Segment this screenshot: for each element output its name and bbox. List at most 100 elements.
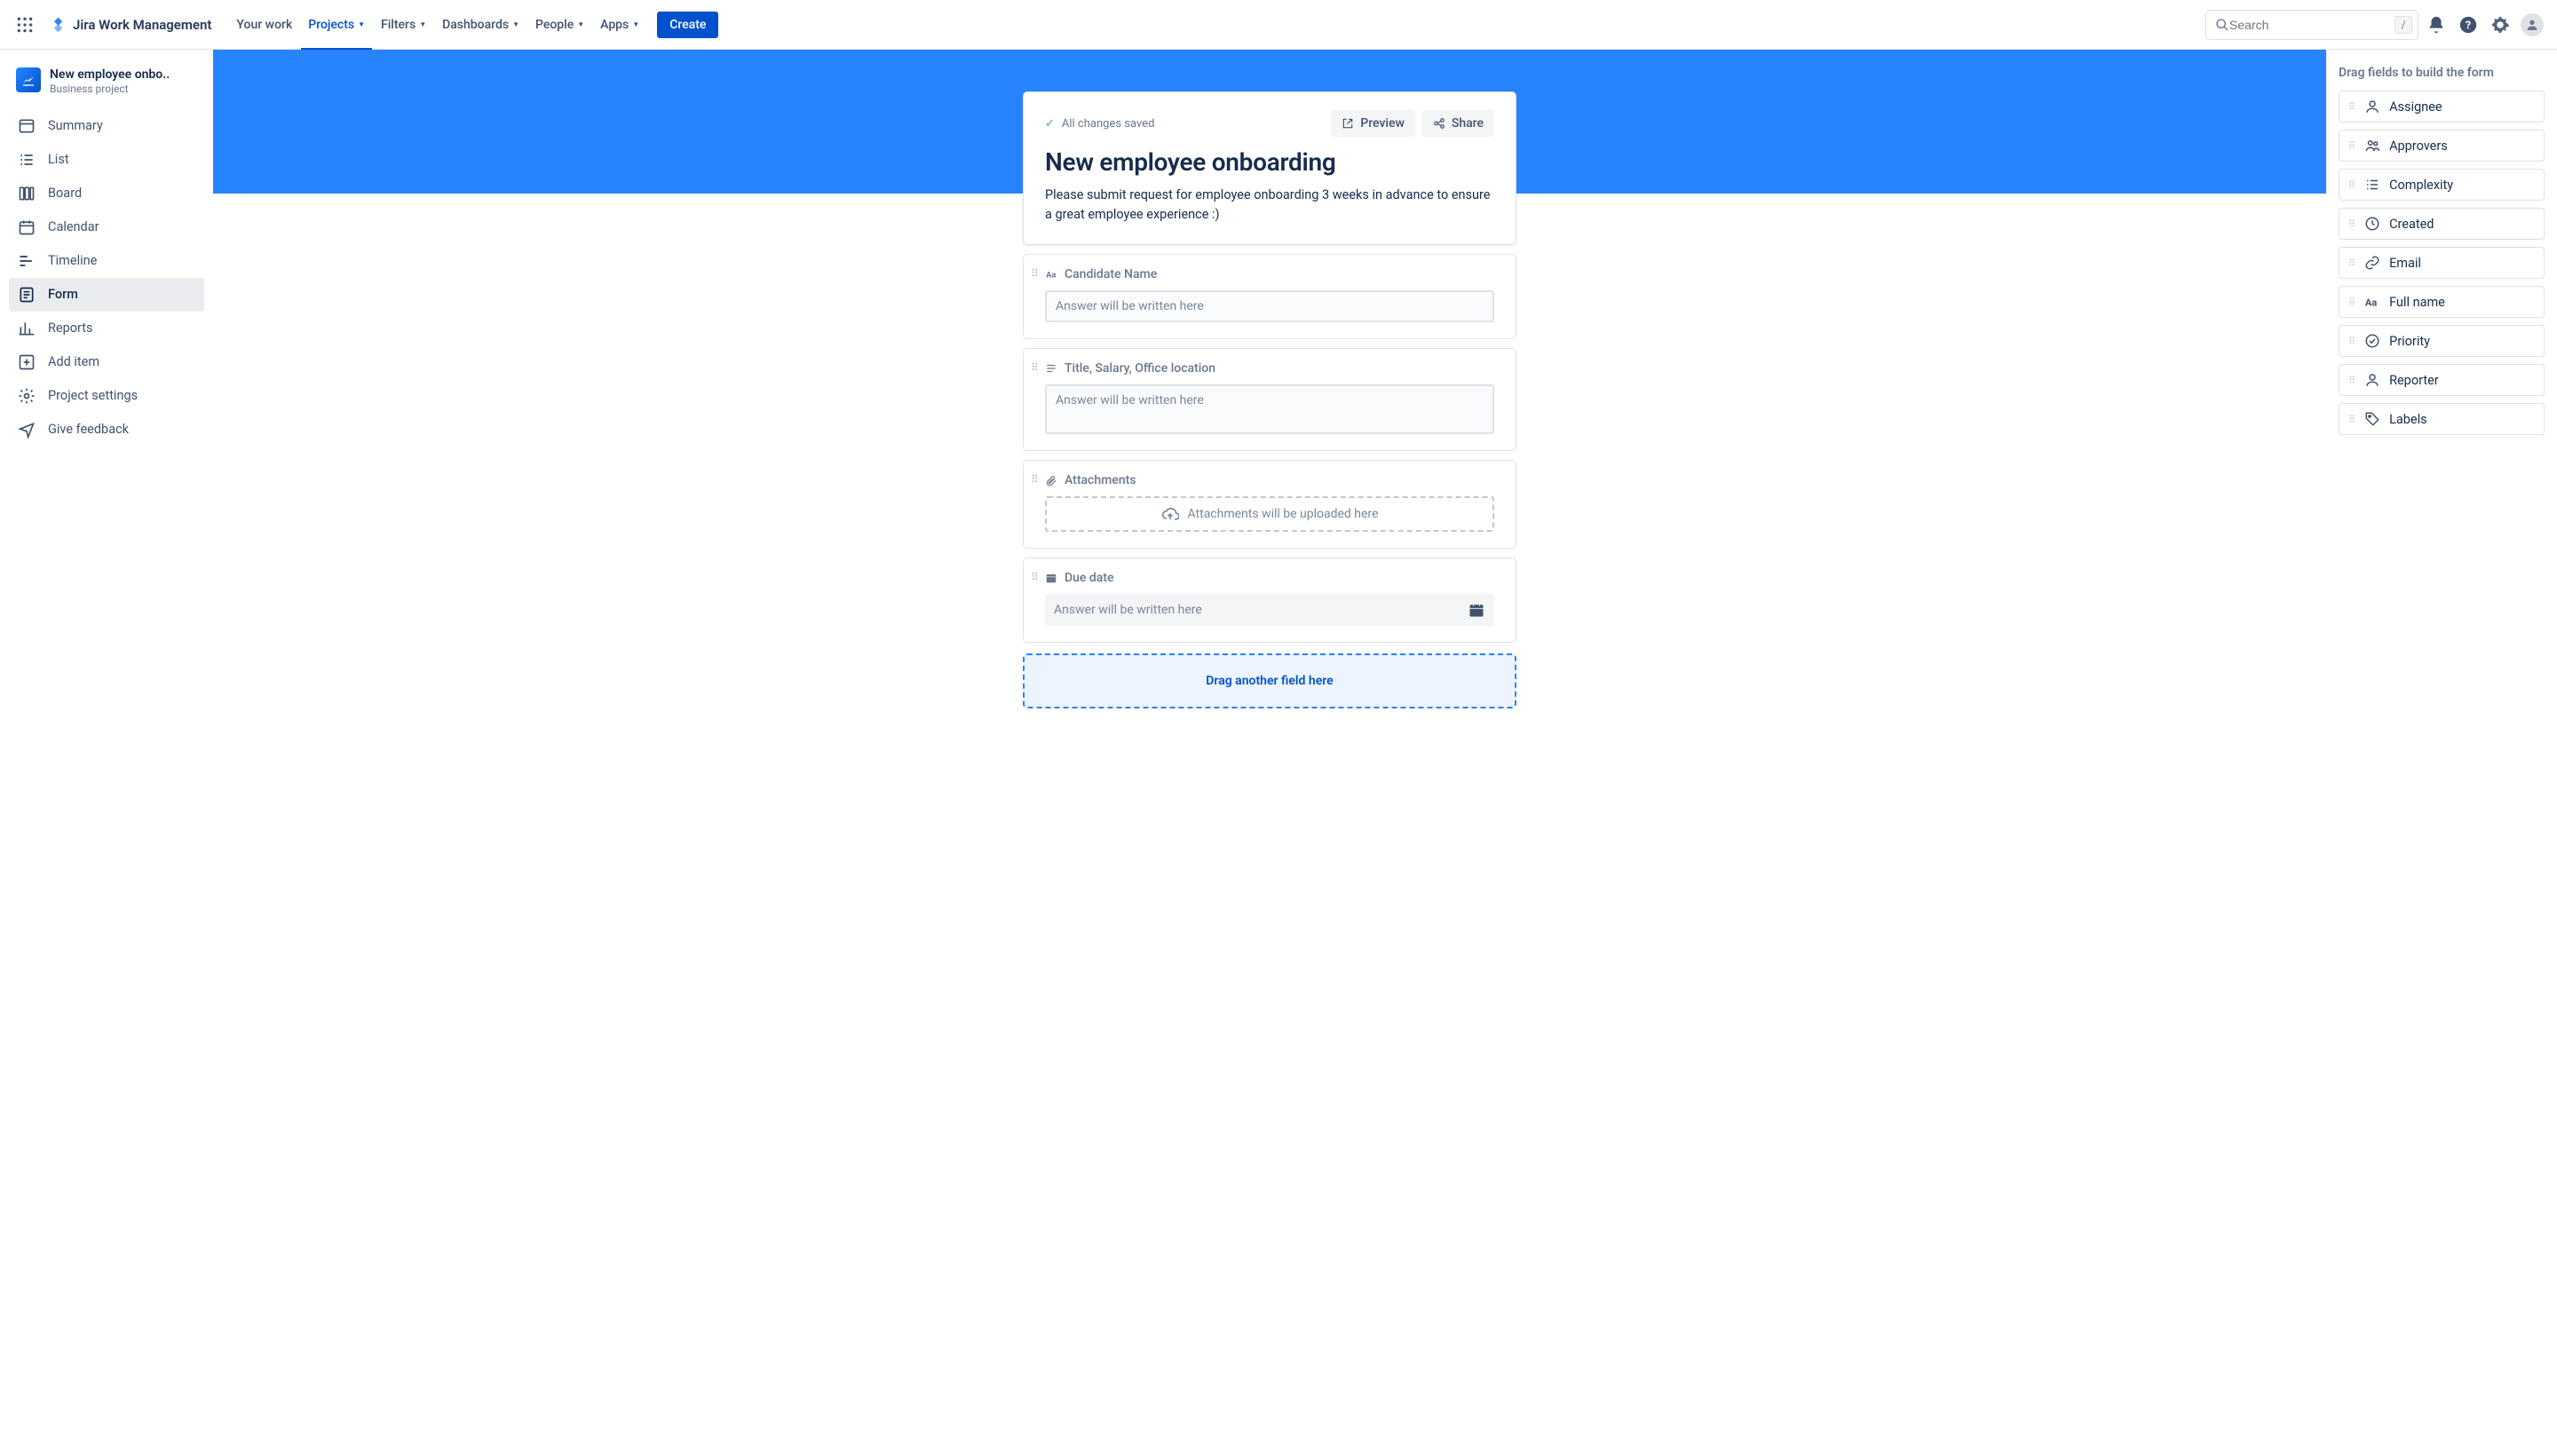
person-icon: [2364, 99, 2380, 115]
sidebar-item-list[interactable]: List: [9, 143, 204, 177]
person-icon: [2364, 372, 2380, 388]
project-header[interactable]: New employee onbo.. Business project: [9, 64, 204, 109]
check-icon: ✓: [1045, 117, 1055, 131]
form-header-card: ✓ All changes saved Preview Share: [1023, 91, 1516, 245]
summary-icon: [18, 117, 36, 135]
sidebar-item-calendar[interactable]: Calendar: [9, 210, 204, 244]
list-icon: [2364, 177, 2380, 193]
textarea-placeholder: Answer will be written here: [1045, 384, 1494, 434]
palette-field-complexity[interactable]: ⠿Complexity: [2339, 169, 2545, 201]
nav-item-dashboards[interactable]: Dashboards▼: [435, 12, 526, 37]
feedback-icon: [18, 421, 36, 439]
palette-field-approvers[interactable]: ⠿Approvers: [2339, 130, 2545, 162]
chevron-down-icon: ▼: [632, 20, 639, 28]
drag-handle-icon[interactable]: ⠿: [1031, 362, 1039, 373]
nav-item-people[interactable]: People▼: [528, 12, 591, 37]
reports-icon: [18, 320, 36, 337]
svg-text:Aa: Aa: [2365, 297, 2378, 309]
add-icon: [18, 353, 36, 371]
attachment-drop-zone[interactable]: Attachments will be uploaded here: [1045, 496, 1494, 532]
create-button[interactable]: Create: [657, 12, 718, 38]
sidebar-item-summary[interactable]: Summary: [9, 109, 204, 143]
notifications-icon[interactable]: [2422, 11, 2450, 39]
field-label: Title, Salary, Office location: [1065, 361, 1215, 376]
settings-icon[interactable]: [2486, 11, 2514, 39]
drag-handle-icon: ⠿: [2348, 376, 2355, 385]
share-icon: [1433, 117, 1445, 130]
share-button[interactable]: Share: [1422, 110, 1494, 137]
palette-field-labels[interactable]: ⠿Labels: [2339, 403, 2545, 435]
tag-icon: [2364, 411, 2380, 427]
project-sidebar: New employee onbo.. Business project Sum…: [0, 50, 213, 1456]
form-field-attachments[interactable]: ⠿ Attachments Attachments will be uploaded…: [1023, 460, 1516, 549]
form-description[interactable]: Please submit request for employee onboa…: [1045, 186, 1494, 225]
palette-title: Drag fields to build the form: [2339, 66, 2545, 80]
search-box[interactable]: /: [2205, 10, 2418, 40]
sidebar-item-project-settings[interactable]: Project settings: [9, 379, 204, 413]
priority-icon: [2364, 333, 2380, 349]
people-icon: [2364, 138, 2380, 154]
chevron-down-icon: ▼: [358, 20, 365, 28]
sidebar-item-give-feedback[interactable]: Give feedback: [9, 413, 204, 447]
app-switcher-icon[interactable]: [11, 11, 39, 39]
svg-text:?: ?: [2466, 19, 2471, 32]
nav-item-your-work[interactable]: Your work: [229, 12, 299, 37]
external-link-icon: [1342, 117, 1354, 130]
form-field-candidate-name[interactable]: ⠿ Aa Candidate Name Answer will be written …: [1023, 254, 1516, 339]
board-icon: [18, 185, 36, 202]
product-logo[interactable]: Jira Work Management: [43, 16, 218, 34]
search-icon: [2215, 18, 2229, 32]
help-icon[interactable]: ?: [2454, 11, 2482, 39]
field-label: Attachments: [1065, 473, 1136, 487]
field-palette: Drag fields to build the form ⠿Assignee⠿…: [2326, 50, 2557, 1456]
date-input[interactable]: Answer will be written here: [1045, 594, 1494, 626]
field-label: Candidate Name: [1065, 267, 1157, 281]
field-type-icon: [1045, 572, 1057, 584]
field-type-icon: [1045, 474, 1057, 487]
form-title[interactable]: New employee onboarding: [1045, 147, 1494, 177]
sidebar-item-form[interactable]: Form: [9, 278, 204, 312]
drag-handle-icon[interactable]: ⠿: [1031, 572, 1039, 582]
palette-field-created[interactable]: ⠿Created: [2339, 208, 2545, 240]
drag-handle-icon: ⠿: [2348, 141, 2355, 151]
field-type-icon: Aa: [1045, 268, 1057, 281]
profile-avatar[interactable]: [2518, 11, 2546, 39]
field-type-icon: [1045, 362, 1057, 375]
form-field-title-salary-office-location[interactable]: ⠿ Title, Salary, Office location Answer wi…: [1023, 348, 1516, 451]
timeline-icon: [18, 252, 36, 270]
drag-handle-icon: ⠿: [2348, 102, 2355, 112]
nav-item-apps[interactable]: Apps▼: [593, 12, 646, 37]
nav-item-projects[interactable]: Projects▼: [301, 12, 372, 37]
palette-field-email[interactable]: ⠿Email: [2339, 247, 2545, 279]
chevron-down-icon: ▼: [419, 20, 426, 28]
drag-handle-icon: ⠿: [2348, 297, 2355, 307]
sidebar-item-reports[interactable]: Reports: [9, 312, 204, 345]
project-subtitle: Business project: [50, 83, 170, 95]
nav-item-filters[interactable]: Filters▼: [374, 12, 433, 37]
sidebar-item-timeline[interactable]: Timeline: [9, 244, 204, 278]
form-field-due-date[interactable]: ⠿ Due date Answer will be written here: [1023, 558, 1516, 643]
text-input-placeholder: Answer will be written here: [1045, 290, 1494, 322]
drag-handle-icon[interactable]: ⠿: [1031, 268, 1039, 279]
calendar-icon: [18, 218, 36, 236]
palette-field-assignee[interactable]: ⠿Assignee: [2339, 91, 2545, 123]
chevron-down-icon: ▼: [512, 20, 519, 28]
palette-field-full-name[interactable]: ⠿AaFull name: [2339, 286, 2545, 318]
form-canvas: ✓ All changes saved Preview Share: [213, 50, 2326, 1456]
drop-zone[interactable]: Drag another field here: [1023, 653, 1516, 708]
drag-handle-icon: ⠿: [2348, 415, 2355, 424]
field-label: Due date: [1065, 571, 1114, 585]
chevron-down-icon: ▼: [577, 20, 584, 28]
drag-handle-icon: ⠿: [2348, 258, 2355, 268]
drag-handle-icon: ⠿: [2348, 219, 2355, 229]
list-icon: [18, 151, 36, 169]
palette-field-priority[interactable]: ⠿Priority: [2339, 325, 2545, 357]
top-navbar: Jira Work Management Your workProjects▼F…: [0, 0, 2557, 50]
palette-field-reporter[interactable]: ⠿Reporter: [2339, 364, 2545, 396]
preview-button[interactable]: Preview: [1331, 110, 1415, 137]
sidebar-item-board[interactable]: Board: [9, 177, 204, 210]
sidebar-item-add-item[interactable]: Add item: [9, 345, 204, 379]
save-status: ✓ All changes saved: [1045, 117, 1154, 131]
search-input[interactable]: [2229, 18, 2395, 32]
drag-handle-icon[interactable]: ⠿: [1031, 474, 1039, 485]
